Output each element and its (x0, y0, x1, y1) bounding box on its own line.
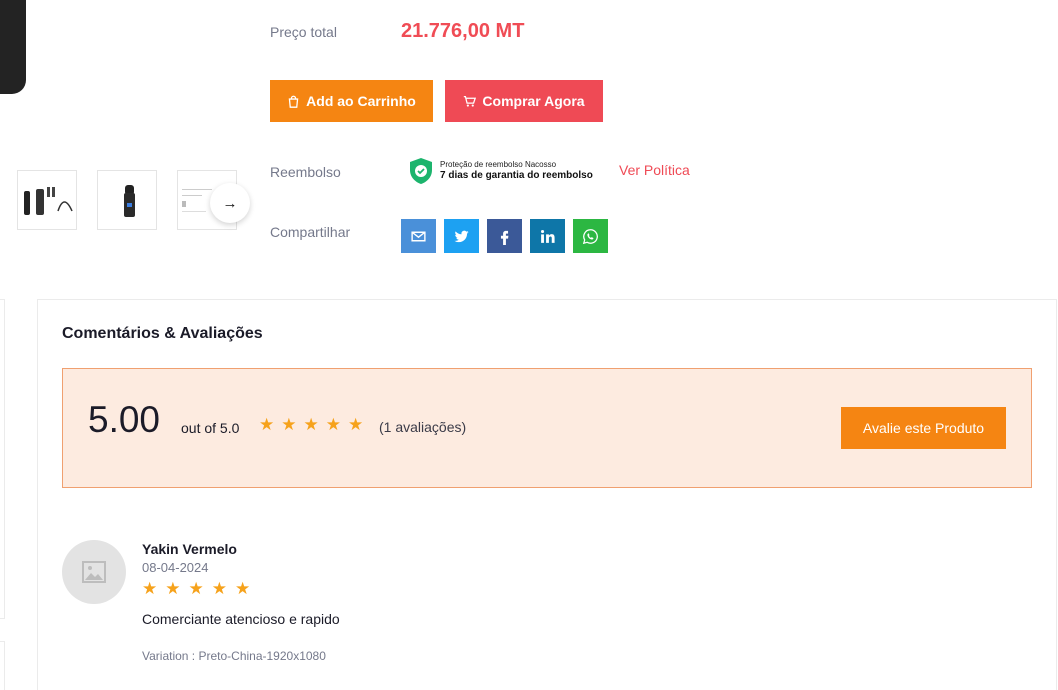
review-item: Yakin Vermelo 08-04-2024 ★ ★ ★ ★ ★ Comer… (62, 540, 962, 680)
thumbnail-1[interactable] (17, 170, 77, 230)
avatar (62, 540, 126, 604)
thumbnail-2[interactable] (97, 170, 157, 230)
review-date: 08-04-2024 (142, 560, 209, 575)
linkedin-icon (540, 229, 555, 243)
rating-score: 5.00 (88, 399, 161, 440)
refund-label: Reembolso (270, 164, 341, 180)
image-placeholder-icon (82, 561, 106, 583)
share-email-button[interactable] (401, 219, 436, 253)
rating-summary-box: 5.00 out of 5.0 ★ ★ ★ ★ ★ (1 avaliações)… (62, 368, 1032, 488)
star-icon: ★ (211, 579, 227, 598)
star-icon: ★ (259, 415, 275, 434)
shopping-bag-icon (288, 95, 299, 108)
star-icon: ★ (281, 415, 297, 434)
facebook-icon (500, 230, 509, 245)
side-panel-edge (0, 299, 5, 619)
rating-count: (1 avaliações) (379, 419, 467, 435)
rating-stars: ★ ★ ★ ★ ★ (259, 416, 363, 433)
rate-product-button[interactable]: Avalie este Produto (841, 407, 1006, 449)
reviewer-name: Yakin Vermelo (142, 541, 237, 557)
refund-badge-subtitle: 7 dias de garantia do reembolso (440, 169, 593, 181)
buy-now-button[interactable]: Comprar Agora (445, 80, 603, 122)
star-icon: ★ (303, 415, 319, 434)
refund-badge-title: Proteção de reembolso Nacosso (440, 160, 557, 170)
camera-accessories-image (24, 187, 73, 215)
share-whatsapp-button[interactable] (573, 219, 608, 253)
add-to-cart-button[interactable]: Add ao Carrinho (270, 80, 433, 122)
share-label: Compartilhar (270, 224, 351, 240)
star-icon: ★ (325, 415, 341, 434)
side-panel-edge-lower (0, 641, 5, 690)
email-icon (411, 231, 426, 241)
cart-icon (464, 95, 477, 107)
shield-check-icon (410, 158, 432, 184)
arrow-right-icon: → (222, 194, 238, 212)
view-policy-link[interactable]: Ver Política (619, 162, 690, 178)
pocket-camera-image (124, 185, 135, 217)
price-value: 21.776,00 MT (401, 20, 525, 42)
star-icon: ★ (142, 579, 158, 598)
refund-protection-badge: Proteção de reembolso Nacosso 7 dias de … (408, 157, 593, 185)
add-to-cart-label: Add ao Carrinho (306, 93, 416, 109)
main-product-image (0, 0, 26, 94)
twitter-icon (454, 230, 469, 242)
buy-now-label: Comprar Agora (482, 93, 585, 109)
thumbnail-next-button[interactable]: → (210, 183, 250, 223)
star-icon: ★ (348, 415, 364, 434)
share-linkedin-button[interactable] (530, 219, 565, 253)
review-text: Comerciante atencioso e rapido (142, 611, 340, 627)
review-variation: Variation : Preto-China-1920x1080 (142, 649, 326, 663)
star-icon: ★ (165, 579, 181, 598)
reviews-section: Comentários & Avaliações 5.00 out of 5.0… (37, 299, 1057, 690)
whatsapp-icon (582, 228, 598, 244)
reviews-title: Comentários & Avaliações (62, 325, 263, 342)
star-icon: ★ (188, 579, 204, 598)
review-stars: ★ ★ ★ ★ ★ (142, 580, 250, 597)
share-twitter-button[interactable] (444, 219, 479, 253)
share-facebook-button[interactable] (487, 219, 522, 253)
rating-out-of: out of 5.0 (181, 420, 240, 436)
price-label: Preço total (270, 24, 337, 40)
star-icon: ★ (235, 579, 251, 598)
